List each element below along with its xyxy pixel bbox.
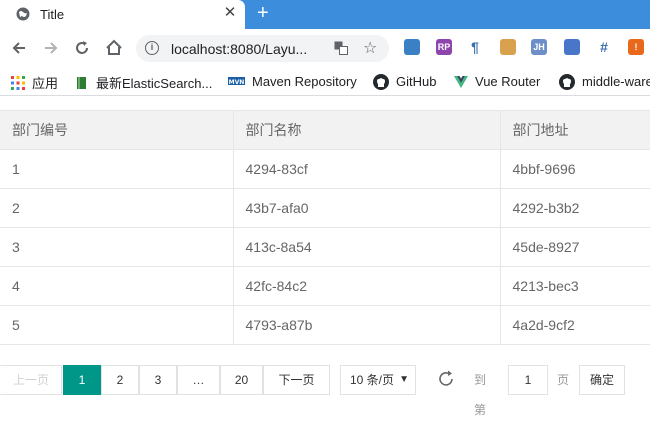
bookmark-github[interactable]: GitHub <box>373 73 436 91</box>
back-arrow-icon[interactable] <box>9 38 29 58</box>
page-button-last[interactable]: 20 <box>220 365 263 395</box>
page-button[interactable]: 3 <box>139 365 177 395</box>
bookmark-star-icon[interactable]: ☆ <box>363 38 377 58</box>
vue-icon <box>454 75 468 88</box>
browser-tab[interactable]: Title ✕ <box>0 0 245 29</box>
tab-strip: Title ✕ + <box>0 0 650 29</box>
mvn-icon: MVN <box>228 76 245 85</box>
svg-text:MVN: MVN <box>229 78 245 85</box>
cookie-extension-icon[interactable] <box>500 39 516 55</box>
cell-dept-name: 42fc-84c2 <box>232 266 501 306</box>
cell-dept-id: 1 <box>0 149 234 189</box>
gear-extension-icon[interactable] <box>404 39 420 55</box>
cell-dept-address: 4213-bec3 <box>499 266 650 306</box>
page-button[interactable]: 2 <box>101 365 139 395</box>
bookmark-label: middle-ware <box>582 74 650 90</box>
cell-dept-id: 5 <box>0 305 234 345</box>
page-button-current[interactable]: 1 <box>63 365 101 395</box>
bookmark-label: 最新ElasticSearch... <box>96 76 213 91</box>
page-size-value: 10 条/页 <box>350 373 395 387</box>
home-icon[interactable] <box>104 38 124 58</box>
forward-arrow-icon[interactable] <box>41 38 61 58</box>
prev-page-button[interactable]: 上一页 <box>0 365 62 395</box>
new-tab-button[interactable]: + <box>257 3 275 23</box>
browser-toolbar: i localhost:8080/Layu... ☆ RP ¶ JH # ! <box>0 29 650 67</box>
translate-icon[interactable] <box>334 41 348 55</box>
rp-extension-icon[interactable]: RP <box>436 39 452 55</box>
bookmark-label: Maven Repository <box>252 74 357 90</box>
tab-title: Title <box>40 7 65 22</box>
paragraph-extension-icon[interactable]: ¶ <box>467 39 483 55</box>
refresh-icon[interactable] <box>436 369 456 389</box>
cell-dept-name: 413c-8a54 <box>232 227 501 267</box>
address-bar[interactable]: i localhost:8080/Layu... ☆ <box>136 35 389 62</box>
globe-icon <box>16 7 30 21</box>
cell-dept-id: 3 <box>0 227 234 267</box>
jh-extension-icon[interactable]: JH <box>531 39 547 55</box>
column-header-dept-name[interactable]: 部门名称 <box>232 110 501 150</box>
reload-icon[interactable] <box>72 38 92 58</box>
table-row[interactable]: 2 43b7-afa0 4292-b3b2 <box>0 188 650 228</box>
page-size-select[interactable]: 10 条/页 ▼ <box>340 365 416 395</box>
bookmark-middle-ware[interactable]: middle-ware <box>559 73 650 91</box>
table-header-row: 部门编号 部门名称 部门地址 <box>0 110 650 150</box>
next-page-button[interactable]: 下一页 <box>263 365 330 395</box>
cell-dept-name: 4294-83cf <box>232 149 501 189</box>
cell-dept-id: 4 <box>0 266 234 306</box>
bookmark-apps[interactable]: 应用 <box>11 73 58 91</box>
github-icon <box>373 73 389 90</box>
cell-dept-id: 2 <box>0 188 234 228</box>
caret-down-icon: ▼ <box>399 374 409 385</box>
github-icon <box>559 73 575 90</box>
site-info-icon[interactable]: i <box>145 41 159 55</box>
cell-dept-address: 4292-b3b2 <box>499 188 650 228</box>
alert-extension-icon[interactable]: ! <box>628 39 644 55</box>
book-icon <box>77 76 86 89</box>
bookmark-maven[interactable]: MVN Maven Repository <box>228 73 357 91</box>
page-ellipsis: … <box>177 365 220 395</box>
goto-label: 到第 <box>474 373 487 417</box>
table-row[interactable]: 3 413c-8a54 45de-8927 <box>0 227 650 267</box>
url-text[interactable]: localhost:8080/Layu... <box>171 41 307 57</box>
department-table: 部门编号 部门名称 部门地址 1 4294-83cf 4bbf-9696 2 4… <box>0 110 650 345</box>
cell-dept-address: 4a2d-9cf2 <box>499 305 650 345</box>
bookmark-vue-router[interactable]: Vue Router <box>454 73 540 91</box>
column-header-dept-address[interactable]: 部门地址 <box>499 110 650 150</box>
cell-dept-address: 4bbf-9696 <box>499 149 650 189</box>
cell-dept-name: 4793-a87b <box>232 305 501 345</box>
apps-grid-icon <box>11 75 25 90</box>
bookmark-label: GitHub <box>396 74 437 90</box>
bookmark-label: 应用 <box>32 76 59 91</box>
table-row[interactable]: 1 4294-83cf 4bbf-9696 <box>0 149 650 189</box>
table-row[interactable]: 4 42fc-84c2 4213-bec3 <box>0 266 650 306</box>
bookmark-label: Vue Router <box>475 74 541 90</box>
goto-confirm-button[interactable]: 确定 <box>579 365 625 395</box>
edit-extension-icon[interactable] <box>564 39 580 55</box>
close-tab-icon[interactable]: ✕ <box>222 5 238 21</box>
cell-dept-address: 45de-8927 <box>499 227 650 267</box>
bookmarks-bar: 应用 最新ElasticSearch... MVN Maven Reposito… <box>0 67 650 96</box>
grid-extension-icon[interactable]: # <box>596 39 612 55</box>
bookmark-elasticsearch[interactable]: 最新ElasticSearch... <box>75 73 212 91</box>
cell-dept-name: 43b7-afa0 <box>232 188 501 228</box>
page-content: 部门编号 部门名称 部门地址 1 4294-83cf 4bbf-9696 2 4… <box>0 96 650 432</box>
page-unit-label: 页 <box>557 373 570 387</box>
table-row[interactable]: 5 4793-a87b 4a2d-9cf2 <box>0 305 650 345</box>
column-header-dept-id[interactable]: 部门编号 <box>0 110 234 150</box>
goto-page-input[interactable] <box>508 365 548 395</box>
